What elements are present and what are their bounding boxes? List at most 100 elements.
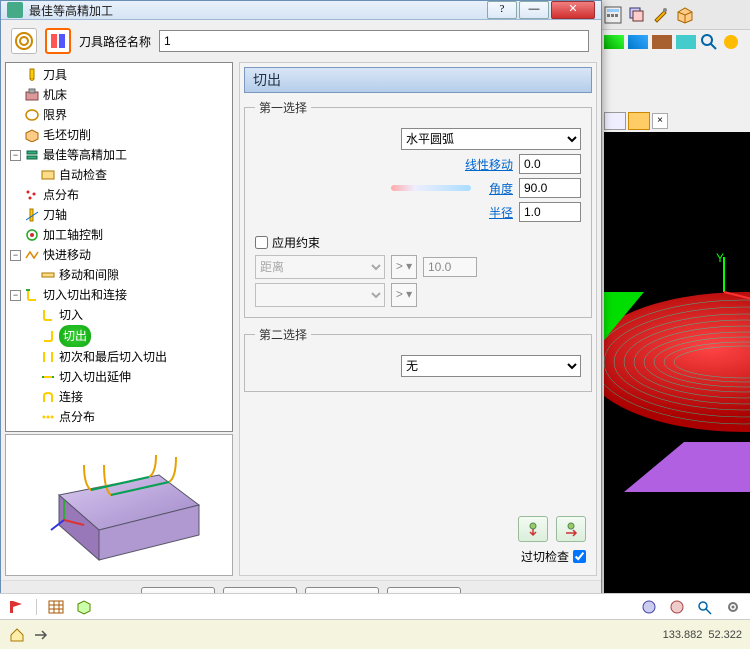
- vp-close[interactable]: ×: [652, 113, 668, 129]
- grid-icon[interactable]: [47, 599, 65, 615]
- dialog-title: 最佳等高精加工: [29, 2, 485, 19]
- vp-tab-1[interactable]: [604, 112, 626, 130]
- tree-label[interactable]: 刀轴: [43, 205, 67, 225]
- leadout-icon: [40, 329, 56, 343]
- tree-label[interactable]: 刀具: [43, 65, 67, 85]
- tree-label[interactable]: 切入切出延伸: [59, 367, 131, 387]
- tree-label[interactable]: 毛坯切削: [43, 125, 91, 145]
- tree-label[interactable]: 点分布: [59, 407, 95, 427]
- constraint-type-select-2: [255, 283, 385, 307]
- second-choice-type-select[interactable]: 无: [401, 355, 581, 377]
- leadin-icon: [40, 308, 56, 322]
- angle-input[interactable]: [519, 178, 581, 198]
- search-icon[interactable]: [700, 33, 718, 51]
- second-choice-legend: 第二选择: [255, 326, 311, 343]
- settings-tree[interactable]: 刀具 机床 限界 毛坯切削 − 最佳等高精加工 自动检查 点分布 刀轴 加工轴控制: [5, 62, 233, 432]
- copy-leadin-button[interactable]: [518, 516, 548, 542]
- tree-label[interactable]: 切入切出和连接: [43, 285, 127, 305]
- rapid-icon: [24, 248, 40, 262]
- angle-slider[interactable]: [391, 185, 471, 191]
- close-button[interactable]: ✕: [551, 1, 595, 19]
- flag-icon[interactable]: [8, 599, 26, 615]
- angle-label[interactable]: 角度: [489, 180, 513, 197]
- tree-label[interactable]: 限界: [43, 105, 67, 125]
- shade-icon[interactable]: [722, 33, 740, 51]
- layers-icon[interactable]: [628, 6, 646, 24]
- expand-toggle[interactable]: −: [10, 250, 21, 261]
- tree-label[interactable]: 机床: [43, 85, 67, 105]
- tree-label[interactable]: 自动检查: [59, 165, 107, 185]
- color-green[interactable]: [604, 35, 624, 49]
- strategy-dialog: 最佳等高精加工 ? — ✕ 刀具路径名称 刀具 机床 限界: [0, 0, 602, 619]
- expand-toggle[interactable]: −: [10, 150, 21, 161]
- first-choice-type-select[interactable]: 水平圆弧: [401, 128, 581, 150]
- strategy-icon: [24, 148, 40, 162]
- tree-label[interactable]: 切入: [59, 305, 83, 325]
- 3d-viewport[interactable]: Y X: [604, 132, 750, 609]
- apply-constraint-checkbox[interactable]: [255, 236, 268, 249]
- toolpath-name-input[interactable]: [159, 30, 589, 52]
- sphere-icon[interactable]: [640, 599, 658, 615]
- panel-title: 切出: [244, 67, 592, 93]
- tree-label[interactable]: 加工轴控制: [43, 225, 103, 245]
- color-cyan[interactable]: [676, 35, 696, 49]
- first-choice-group: 第一选择 水平圆弧 线性移动 角度: [244, 99, 592, 318]
- move-icon: [40, 268, 56, 282]
- copy-leadout-button[interactable]: [556, 516, 586, 542]
- arrow-icon[interactable]: [32, 627, 50, 643]
- header-row: 刀具路径名称: [5, 24, 597, 62]
- tree-label[interactable]: 连接: [59, 387, 83, 407]
- zoom-icon[interactable]: [696, 599, 714, 615]
- radius-input[interactable]: [519, 202, 581, 222]
- expand-toggle[interactable]: −: [10, 290, 21, 301]
- auto-icon: [40, 168, 56, 182]
- tool-icon: [24, 68, 40, 82]
- status-value-1: 133.882: [663, 629, 703, 641]
- constraint-op-button-2: > ▾: [391, 283, 417, 307]
- boundary-icon: [24, 108, 40, 122]
- linear-move-label[interactable]: 线性移动: [465, 156, 513, 173]
- tree-label[interactable]: 最佳等高精加工: [43, 145, 127, 165]
- constraint-op-button: > ▾: [391, 255, 417, 279]
- vp-tab-2[interactable]: [628, 112, 650, 130]
- gear-icon[interactable]: [724, 599, 742, 615]
- points-icon: [24, 188, 40, 202]
- dialog-icon: [7, 2, 23, 18]
- calc-icon[interactable]: [604, 6, 622, 24]
- preview-pane: [5, 434, 233, 576]
- sphere2-icon[interactable]: [668, 599, 686, 615]
- strategy-icon-button-1[interactable]: [11, 28, 37, 54]
- axisctrl-icon: [24, 228, 40, 242]
- linear-move-input[interactable]: [519, 154, 581, 174]
- gouge-check-checkbox[interactable]: [573, 550, 586, 563]
- ptdist-icon: [40, 410, 56, 424]
- help-button[interactable]: ?: [487, 1, 517, 19]
- machine-icon: [24, 88, 40, 102]
- home-icon[interactable]: [8, 627, 26, 643]
- color-blue[interactable]: [628, 35, 648, 49]
- constraint-type-select: 距离: [255, 255, 385, 279]
- secondary-toolbar: [0, 593, 750, 619]
- tools-icon[interactable]: [652, 6, 670, 24]
- display-mode-strip: [604, 32, 750, 52]
- dialog-titlebar[interactable]: 最佳等高精加工 ? — ✕: [1, 1, 601, 20]
- color-brown[interactable]: [652, 35, 672, 49]
- toolpath-name-label: 刀具路径名称: [79, 33, 151, 50]
- leads-icon: [24, 288, 40, 302]
- gouge-check-label: 过切检查: [521, 548, 569, 565]
- radius-label[interactable]: 半径: [489, 204, 513, 221]
- stock-icon: [24, 128, 40, 142]
- tree-label-selected[interactable]: 切出: [59, 325, 91, 347]
- tree-label[interactable]: 快进移动: [43, 245, 91, 265]
- second-choice-group: 第二选择 无: [244, 326, 592, 392]
- strategy-icon-button-2[interactable]: [45, 28, 71, 54]
- tree-label[interactable]: 初次和最后切入切出: [59, 347, 167, 367]
- tree-label[interactable]: 移动和间隙: [59, 265, 119, 285]
- minimize-button[interactable]: —: [519, 1, 549, 19]
- link-icon: [40, 390, 56, 404]
- tree-label[interactable]: 点分布: [43, 185, 79, 205]
- box-icon[interactable]: [676, 6, 694, 24]
- cube-icon[interactable]: [75, 599, 93, 615]
- axis-y-label: Y: [716, 252, 724, 265]
- first-choice-legend: 第一选择: [255, 99, 311, 116]
